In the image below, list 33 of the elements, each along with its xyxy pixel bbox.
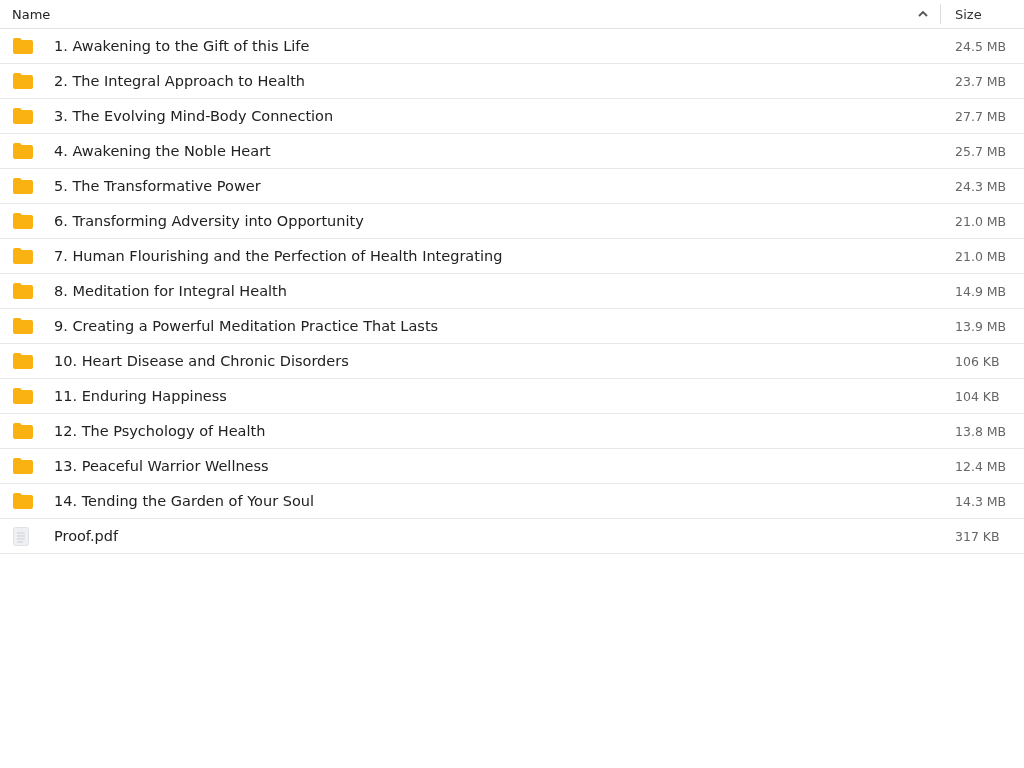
file-name[interactable]: 14. Tending the Garden of Your Soul [54, 493, 941, 509]
file-size: 23.7 MB [954, 73, 1008, 89]
file-size: 14.9 MB [954, 283, 1008, 299]
file-size: 25.7 MB [954, 143, 1008, 159]
file-name[interactable]: 1. Awakening to the Gift of this Life [54, 38, 941, 54]
file-name[interactable]: 5. The Transformative Power [54, 178, 941, 194]
file-name[interactable]: 7. Human Flourishing and the Perfection of Health Integrating [54, 248, 941, 264]
file-name[interactable]: 6. Transforming Adversity into Opportunity [54, 213, 941, 229]
file-name[interactable]: 13. Peaceful Warrior Wellness [54, 458, 941, 474]
file-size: 104 KB [954, 388, 1001, 404]
column-header[interactable]: Name [12, 6, 51, 22]
file-name[interactable]: 3. The Evolving Mind-Body Connection [54, 108, 941, 124]
file-size: 21.0 MB [954, 248, 1008, 264]
file-name[interactable]: 8. Meditation for Integral Health [54, 283, 941, 299]
file-size: 27.7 MB [954, 108, 1008, 124]
file-size: 13.9 MB [954, 318, 1008, 334]
file-size: 317 KB [954, 528, 1001, 544]
file-size: 13.8 MB [954, 423, 1008, 439]
file-size: 106 KB [954, 353, 1001, 369]
column-header[interactable]: Size [955, 6, 982, 22]
file-name[interactable]: 2. The Integral Approach to Health [54, 73, 941, 89]
file-size: 24.3 MB [954, 178, 1008, 194]
file-size: 12.4 MB [954, 458, 1008, 474]
file-size: 24.5 MB [954, 38, 1008, 54]
sort-caret-icon[interactable] [918, 11, 928, 17]
file-name[interactable]: 4. Awakening the Noble Heart [54, 143, 941, 159]
file-name[interactable]: 10. Heart Disease and Chronic Disorders [54, 353, 941, 369]
file-size: 21.0 MB [954, 213, 1008, 229]
file-name[interactable]: 9. Creating a Powerful Meditation Practice That Lasts [54, 318, 941, 334]
file-size: 14.3 MB [954, 493, 1008, 509]
file-name[interactable]: 12. The Psychology of Health [54, 423, 941, 439]
file-name[interactable]: 11. Enduring Happiness [54, 388, 941, 404]
file-name[interactable]: Proof.pdf [54, 528, 941, 544]
